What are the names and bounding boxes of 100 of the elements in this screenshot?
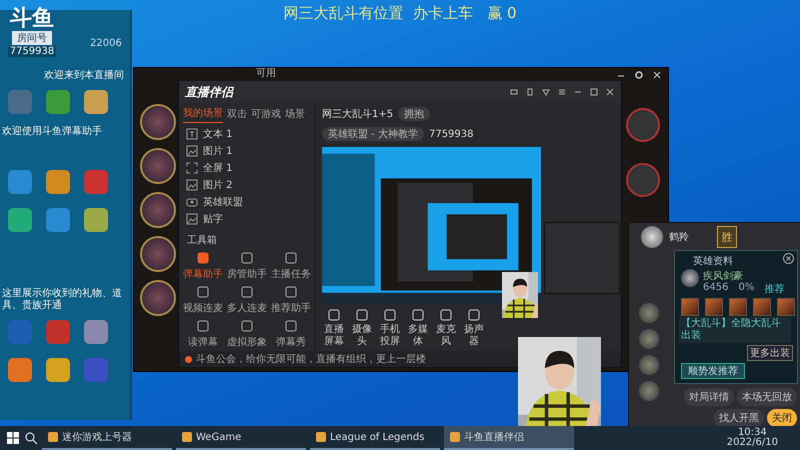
game-button[interactable]	[626, 108, 660, 142]
item-icon	[729, 298, 747, 316]
app-logo: 直播伴侣	[185, 84, 233, 100]
scene-tab[interactable]: 我的场景	[183, 106, 223, 123]
build-dropdown[interactable]: 【大乱斗】全隐大乱斗出装	[679, 317, 791, 343]
fans-count: 22006	[90, 38, 122, 49]
room-id: 7759938	[428, 128, 474, 140]
champion-portrait[interactable]	[140, 104, 176, 140]
source-item[interactable]: 贴字	[203, 212, 223, 226]
result-badge: 胜	[717, 226, 737, 248]
windows-start-icon[interactable]	[6, 431, 20, 445]
app-icon[interactable]	[84, 90, 108, 114]
tool-icon	[240, 319, 254, 333]
logo-text: 斗鱼	[10, 8, 54, 30]
tool-button[interactable]: 多人连麦	[225, 285, 269, 315]
avatar-icon	[641, 226, 663, 248]
tool-icon	[196, 251, 210, 265]
panel-button[interactable]: 对局详情	[684, 388, 734, 406]
source-item[interactable]: 图片 1	[203, 144, 233, 158]
recommend-button[interactable]: 顺势发推荐	[681, 363, 745, 379]
text-icon	[185, 127, 199, 142]
app-icon	[450, 432, 460, 442]
more-builds-button[interactable]: 更多出装	[747, 345, 793, 361]
game-button[interactable]	[626, 163, 660, 197]
panel-button[interactable]: 找人开黑	[714, 409, 764, 427]
win-rate: 0%	[738, 282, 754, 295]
champion-portrait[interactable]	[140, 192, 176, 228]
image-icon	[185, 144, 199, 158]
clock-time: 10:34	[738, 428, 767, 438]
fullscreen-icon	[185, 161, 199, 176]
source-item[interactable]: 图片 2	[203, 178, 233, 192]
tool-button[interactable]: 主播任务	[269, 251, 313, 281]
notice-dot	[185, 356, 192, 362]
champion-portrait[interactable]	[140, 280, 176, 316]
tool-button[interactable]: 推荐助手	[269, 285, 313, 315]
close-icon[interactable]	[652, 70, 662, 80]
item-icon	[777, 298, 795, 316]
taskbar-app[interactable]: 斗鱼直播伴侣	[444, 426, 574, 450]
app-icon	[182, 432, 192, 442]
tag-chip[interactable]: 拥抱	[398, 107, 430, 121]
game-label: 可用	[256, 68, 276, 80]
source-item[interactable]: 英雄联盟	[203, 194, 243, 209]
tool-button[interactable]: 弹幕助手	[181, 251, 225, 281]
app-icon	[48, 432, 58, 442]
hero-avatar-icon	[681, 269, 699, 287]
app-icon[interactable]	[46, 358, 70, 382]
window-control-icon[interactable]	[557, 87, 567, 97]
notice-text: 斗鱼公会，给你无限可能，直播有组织，更上一层楼	[196, 352, 426, 366]
control-button[interactable]: 扬声器	[464, 308, 484, 347]
control-icon	[439, 308, 453, 322]
room-number: 7759938	[8, 46, 56, 57]
search-icon[interactable]	[24, 431, 38, 445]
control-button[interactable]: 摄像头	[352, 308, 372, 347]
control-button[interactable]: 多媒体	[408, 308, 428, 347]
category-chip[interactable]: 英雄联盟 - 大神教学	[322, 127, 424, 141]
control-button[interactable]: 手机投屏	[380, 308, 400, 347]
control-button[interactable]: 麦克风	[436, 308, 456, 347]
clock-date: 2022/6/10	[726, 438, 778, 448]
stream-overlay-title: 网三大乱斗有位置 办卡上车 赢 0	[283, 4, 517, 22]
control-button[interactable]: 直播屏幕	[324, 308, 344, 347]
tool-button[interactable]: 弹幕秀	[269, 319, 313, 349]
tool-button[interactable]: 房管助手	[225, 251, 269, 281]
source-item[interactable]: 全屏 1	[203, 161, 233, 176]
settings-icon[interactable]	[634, 70, 644, 80]
room-label: 房间号	[12, 31, 52, 45]
source-item[interactable]: 文本 1	[203, 127, 233, 142]
hero-name: 疾风剑豪	[703, 270, 743, 282]
item-icon	[705, 298, 723, 316]
recommend-link[interactable]: 推荐	[764, 282, 784, 296]
control-icon	[355, 308, 369, 322]
scene-tab[interactable]: 场景	[285, 106, 305, 123]
champion-portrait[interactable]	[140, 148, 176, 184]
app-icon[interactable]	[46, 170, 70, 194]
player-name: 鹤羚	[669, 230, 689, 244]
message-text: 这里展示你收到的礼物、道具、贵族开通	[2, 288, 123, 312]
panel-button[interactable]: 关闭	[767, 409, 797, 427]
close-icon[interactable]	[783, 253, 794, 264]
tool-button[interactable]: 视频连麦	[181, 285, 225, 315]
champion-portrait[interactable]	[140, 236, 176, 272]
item-icon	[681, 298, 699, 316]
tool-icon	[284, 285, 298, 299]
taskbar-app[interactable]: League of Legends	[310, 426, 440, 450]
image-icon	[185, 212, 199, 226]
panel-button[interactable]: 本场无回放	[737, 388, 797, 406]
tool-button[interactable]: 读弹幕	[181, 319, 225, 349]
control-icon	[327, 308, 341, 322]
window-control-icon[interactable]	[605, 87, 615, 97]
taskbar-app[interactable]: 迷你游戏上号器	[42, 426, 172, 450]
app-icon	[316, 432, 326, 442]
app-icon[interactable]	[84, 208, 108, 232]
control-icon	[467, 308, 481, 322]
message-text: 欢迎使用斗鱼弹幕助手	[2, 126, 103, 138]
tool-icon	[240, 251, 254, 265]
avatar-icon	[639, 381, 659, 401]
control-icon	[411, 308, 425, 322]
scene-tab[interactable]: 双击	[227, 106, 247, 123]
avatar-icon	[639, 355, 659, 375]
tool-button[interactable]: 虚拟形象	[225, 319, 269, 349]
scene-tab[interactable]: 可游戏	[251, 106, 281, 123]
taskbar-app[interactable]: WeGame	[176, 426, 306, 450]
